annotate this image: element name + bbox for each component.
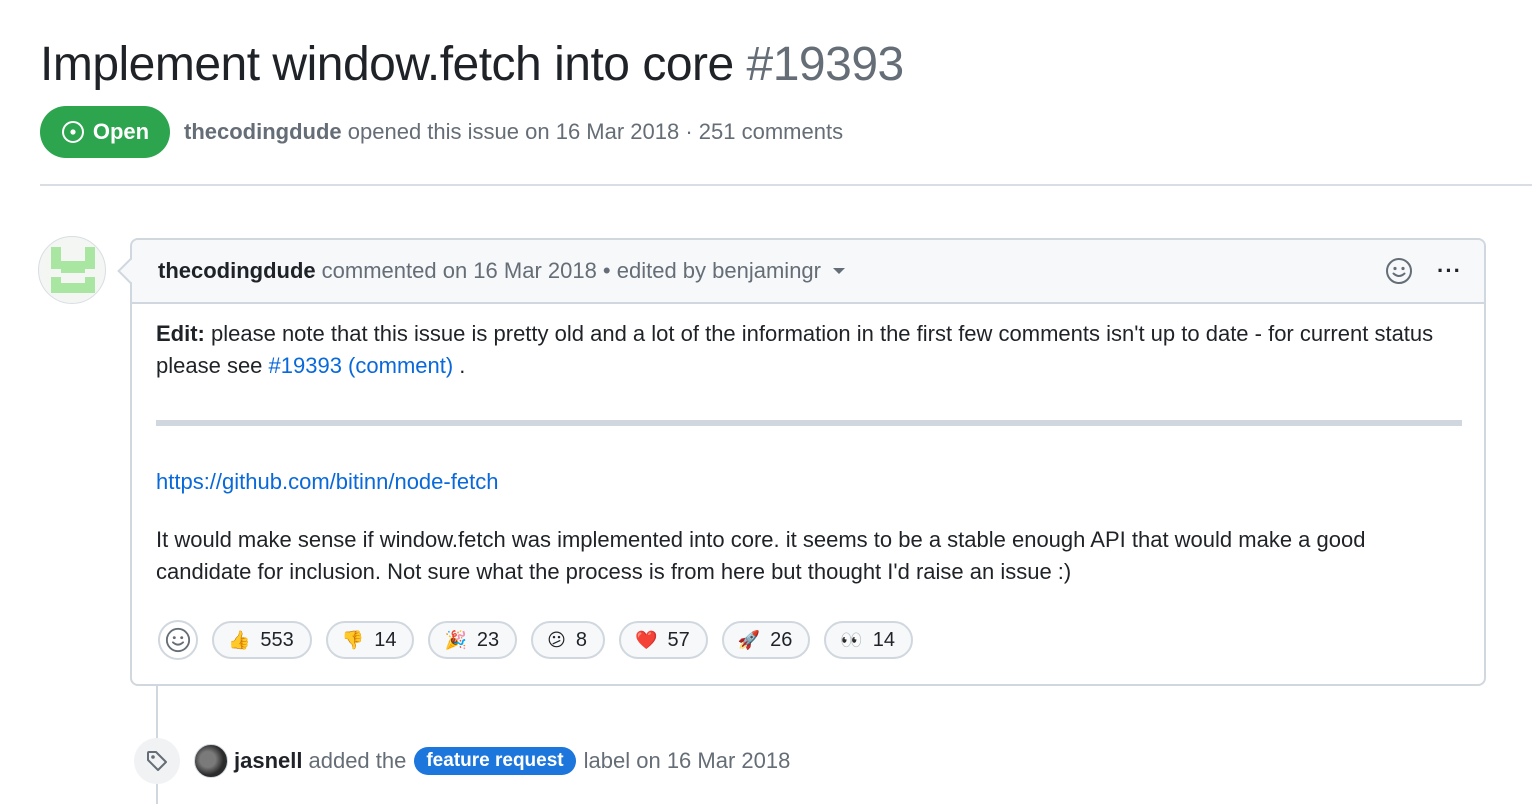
reaction-count: 23: [476, 628, 500, 651]
state-badge: Open: [40, 106, 170, 158]
issue-title-row: Implement window.fetch into core #19393: [40, 34, 904, 96]
tag-badge: [134, 738, 180, 784]
add-reaction-button[interactable]: [158, 620, 198, 660]
smiley-icon: [165, 627, 191, 653]
actor-avatar[interactable]: [194, 744, 228, 778]
smiley-icon[interactable]: [1385, 257, 1413, 285]
reaction-count: 14: [374, 628, 397, 651]
issue-meta: Open thecodingdude opened this issue on …: [40, 106, 843, 158]
url-paragraph: https://github.com/bitinn/node-fetch: [156, 466, 1462, 498]
eyes-icon: 👀: [840, 630, 863, 650]
event-post-text: label on 16 Mar 2018: [583, 748, 791, 773]
issue-author-link[interactable]: thecodingdude: [184, 119, 342, 144]
party-popper-icon: 🎉: [444, 630, 467, 650]
tag-icon: [147, 751, 167, 771]
reaction-rocket[interactable]: 🚀 26: [721, 621, 811, 659]
event-pre-text: added the: [308, 748, 407, 773]
caret-down-icon[interactable]: [833, 268, 845, 274]
reaction-count: 57: [667, 628, 690, 651]
edit-end: .: [453, 353, 466, 378]
issue-open-icon: [61, 121, 84, 143]
reaction-thumbs-down[interactable]: 👎 14: [325, 621, 415, 659]
comment-box: thecodingdude commented on 16 Mar 2018 •…: [117, 238, 1486, 686]
edit-note: Edit: please note that this issue is pre…: [156, 318, 1462, 382]
reaction-thumbs-up[interactable]: 👍 553: [212, 621, 312, 659]
confused-face-icon: 😕: [547, 630, 566, 650]
comment-author-link[interactable]: thecodingdude: [158, 258, 316, 284]
heart-icon: ❤️: [635, 630, 658, 650]
state-label: Open: [92, 119, 150, 144]
reaction-count: 26: [770, 628, 793, 651]
edit-label: Edit:: [156, 321, 205, 346]
body-divider: [156, 420, 1462, 426]
comment-meta[interactable]: commented on 16 Mar 2018 • edited by ben…: [322, 258, 821, 284]
reaction-count: 553: [260, 628, 294, 651]
feature-request-label[interactable]: feature request: [414, 747, 576, 775]
rocket-icon: 🚀: [737, 630, 761, 650]
identicon-image: [51, 247, 95, 293]
reaction-count: 8: [575, 628, 588, 651]
body-paragraph: It would make sense if window.fetch was …: [156, 527, 1366, 584]
reaction-hooray[interactable]: 🎉 23: [428, 621, 518, 659]
node-fetch-link[interactable]: https://github.com/bitinn/node-fetch: [156, 469, 498, 494]
event-actor-link[interactable]: jasnell: [234, 748, 302, 774]
header-divider: [40, 184, 1532, 186]
thumbs-up-icon: 👍: [228, 630, 251, 650]
reaction-count: 14: [872, 628, 896, 651]
issue-number: #19393: [746, 38, 905, 91]
comment-body: Edit: please note that this issue is pre…: [156, 318, 1462, 588]
comment-link[interactable]: #19393 (comment): [269, 353, 454, 378]
author-avatar[interactable]: [38, 236, 106, 304]
opened-info: thecodingdude opened this issue on 16 Ma…: [184, 119, 843, 145]
comment-actions: ···: [1385, 240, 1462, 302]
reaction-eyes[interactable]: 👀 14: [824, 621, 914, 659]
reactions-bar: 👍 553 👎 14 🎉 23 😕 8 ❤️ 57 🚀 26 👀 14: [158, 620, 927, 660]
opened-text: opened this issue on 16 Mar 2018 · 251 c…: [347, 119, 844, 144]
reaction-heart[interactable]: ❤️ 57: [619, 621, 708, 659]
issue-title: Implement window.fetch into core: [40, 38, 734, 91]
kebab-icon[interactable]: ···: [1437, 258, 1462, 284]
thumbs-down-icon: 👎: [341, 630, 365, 650]
comment-header: thecodingdude commented on 16 Mar 2018 •…: [132, 240, 1484, 304]
reaction-confused[interactable]: 😕 8: [531, 621, 606, 659]
label-event: jasnell added the feature request label …: [134, 738, 790, 784]
